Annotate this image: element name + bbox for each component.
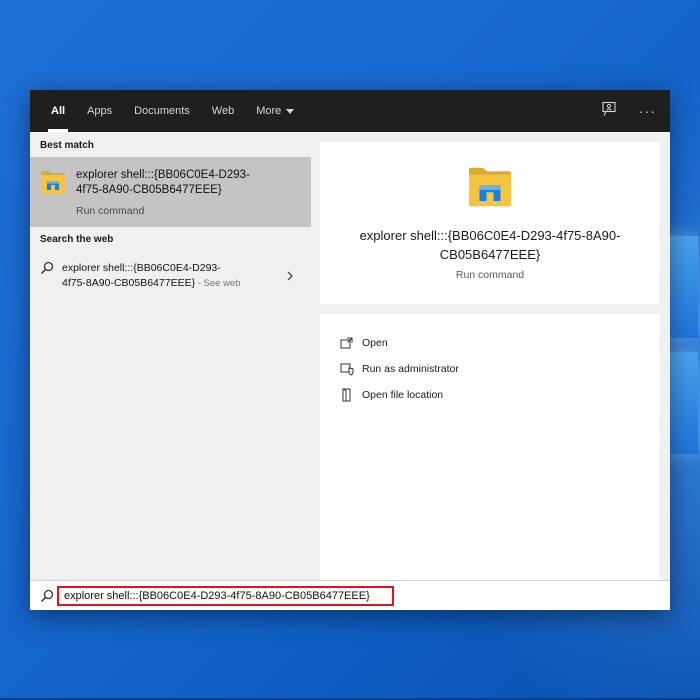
action-run-as-admin[interactable]: Run as administrator bbox=[340, 360, 459, 378]
tab-more[interactable]: More bbox=[245, 90, 305, 132]
web-search-result[interactable]: explorer shell:::{BB06C0E4-D293- 4f75-8A… bbox=[30, 250, 311, 294]
file-location-icon bbox=[340, 388, 354, 402]
web-search-title-line1: explorer shell:::{BB06C0E4-D293- bbox=[62, 262, 221, 274]
preview-card: explorer shell:::{BB06C0E4-D293-4f75-8A9… bbox=[320, 142, 660, 304]
chevron-down-icon bbox=[286, 108, 295, 114]
tab-all[interactable]: All bbox=[40, 90, 76, 132]
tab-more-label: More bbox=[256, 105, 282, 117]
preview-title-line1: explorer shell:::{BB06C0E4-D293-4f75-8A9… bbox=[359, 228, 621, 243]
best-match-subtitle: Run command bbox=[76, 205, 145, 217]
action-open-label: Open bbox=[362, 337, 388, 349]
action-open[interactable]: Open bbox=[340, 334, 388, 352]
tab-apps[interactable]: Apps bbox=[76, 90, 123, 132]
search-input[interactable] bbox=[57, 586, 394, 606]
best-match-title-line1: explorer shell:::{BB06C0E4-D293- bbox=[76, 169, 250, 181]
web-search-title: explorer shell:::{BB06C0E4-D293- 4f75-8A… bbox=[62, 261, 277, 291]
file-explorer-icon bbox=[40, 170, 66, 199]
ellipsis-icon[interactable]: ··· bbox=[639, 103, 656, 119]
chevron-right-icon[interactable] bbox=[286, 268, 294, 286]
see-web-link: - See web bbox=[195, 278, 241, 289]
results-list: Best match explorer shell:::{BB06C0E4-D2… bbox=[30, 132, 311, 580]
tab-documents[interactable]: Documents bbox=[123, 90, 201, 132]
shield-icon bbox=[340, 362, 354, 376]
topbar-actions: ··· bbox=[601, 90, 656, 132]
filter-tabs-bar: All Apps Documents Web More ··· bbox=[30, 90, 670, 132]
open-icon bbox=[340, 336, 354, 350]
search-icon bbox=[40, 589, 54, 608]
action-open-file-location-label: Open file location bbox=[362, 389, 444, 401]
action-open-file-location[interactable]: Open file location bbox=[340, 386, 443, 404]
tab-web[interactable]: Web bbox=[201, 90, 245, 132]
preview-title-line2: CB05B6477EEE} bbox=[439, 247, 541, 262]
best-match-heading: Best match bbox=[40, 140, 94, 151]
preview-pane: explorer shell:::{BB06C0E4-D293-4f75-8A9… bbox=[320, 142, 660, 580]
best-match-title: explorer shell:::{BB06C0E4-D293- 4f75-8A… bbox=[76, 168, 301, 198]
preview-subtitle: Run command bbox=[455, 269, 525, 281]
web-search-title-line2: 4f75-8A90-CB05B6477EEE} - See web bbox=[62, 276, 277, 291]
best-match-result[interactable]: explorer shell:::{BB06C0E4-D293- 4f75-8A… bbox=[30, 157, 311, 227]
web-search-title-line2-text: 4f75-8A90-CB05B6477EEE} bbox=[62, 277, 196, 289]
search-web-heading: Search the web bbox=[40, 234, 114, 245]
action-run-as-admin-label: Run as administrator bbox=[362, 363, 459, 375]
preview-title: explorer shell:::{BB06C0E4-D293-4f75-8A9… bbox=[330, 226, 650, 264]
actions-list: Open Run as administrator Open file loca… bbox=[320, 314, 660, 580]
search-icon bbox=[40, 261, 54, 280]
file-explorer-icon bbox=[467, 166, 513, 213]
start-search-panel: All Apps Documents Web More ··· Best mat… bbox=[30, 90, 670, 610]
search-bar bbox=[30, 580, 670, 610]
feedback-icon[interactable] bbox=[601, 101, 617, 122]
best-match-title-line2: 4f75-8A90-CB05B6477EEE} bbox=[76, 184, 222, 196]
